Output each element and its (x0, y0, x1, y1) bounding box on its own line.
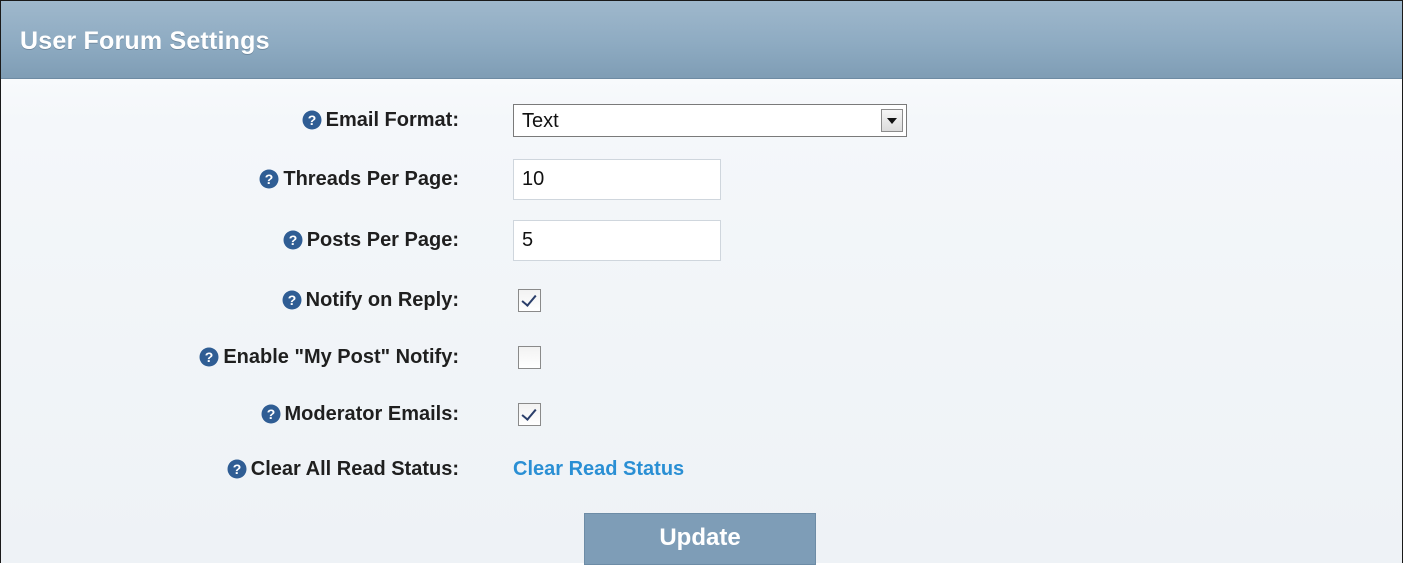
email-format-select[interactable]: Text (513, 103, 907, 137)
notify-on-reply-label: Notify on Reply: (305, 288, 459, 311)
email-format-row: ? Email Format: Text (1, 98, 1402, 142)
svg-text:?: ? (288, 232, 297, 248)
notify-on-reply-checkbox[interactable] (518, 288, 541, 312)
help-icon[interactable]: ? (261, 404, 281, 424)
posts-per-page-label: Posts Per Page: (306, 228, 459, 251)
email-format-value: Text (522, 109, 559, 132)
notify-on-reply-row: ? Notify on Reply: (1, 278, 1402, 322)
clear-read-status-link[interactable]: Clear Read Status (513, 458, 684, 481)
my-post-notify-checkbox[interactable] (518, 345, 541, 369)
chevron-down-icon[interactable] (881, 108, 903, 132)
moderator-emails-row: ? Moderator Emails: (1, 392, 1402, 436)
svg-text:?: ? (266, 406, 275, 422)
moderator-emails-checkbox[interactable] (518, 402, 541, 426)
help-icon[interactable]: ? (259, 169, 279, 189)
posts-per-page-input[interactable] (513, 219, 721, 261)
forum-settings-panel: User Forum Settings ? Email Format: Text… (0, 0, 1403, 565)
help-icon[interactable]: ? (282, 290, 302, 310)
svg-text:?: ? (307, 112, 316, 128)
email-format-label: Email Format: (325, 108, 459, 131)
clear-read-status-row: ? Clear All Read Status: Clear Read Stat… (1, 447, 1402, 491)
clear-read-status-label: Clear All Read Status: (250, 457, 459, 480)
help-icon[interactable]: ? (283, 230, 303, 250)
my-post-notify-row: ? Enable "My Post" Notify: (1, 335, 1402, 379)
help-icon[interactable]: ? (227, 459, 247, 479)
threads-per-page-label: Threads Per Page: (283, 167, 459, 190)
update-button[interactable]: Update (584, 513, 816, 565)
posts-per-page-row: ? Posts Per Page: (1, 218, 1402, 262)
threads-per-page-row: ? Threads Per Page: (1, 157, 1402, 201)
svg-text:?: ? (205, 349, 214, 365)
threads-per-page-input[interactable] (513, 158, 721, 200)
help-icon[interactable]: ? (199, 347, 219, 367)
moderator-emails-label: Moderator Emails: (284, 402, 459, 425)
my-post-notify-label: Enable "My Post" Notify: (223, 345, 459, 368)
help-icon[interactable]: ? (302, 110, 322, 130)
svg-text:?: ? (265, 171, 274, 187)
panel-title: User Forum Settings (20, 27, 270, 55)
panel-header: User Forum Settings (1, 1, 1402, 79)
svg-text:?: ? (287, 292, 296, 308)
svg-text:?: ? (233, 461, 242, 477)
